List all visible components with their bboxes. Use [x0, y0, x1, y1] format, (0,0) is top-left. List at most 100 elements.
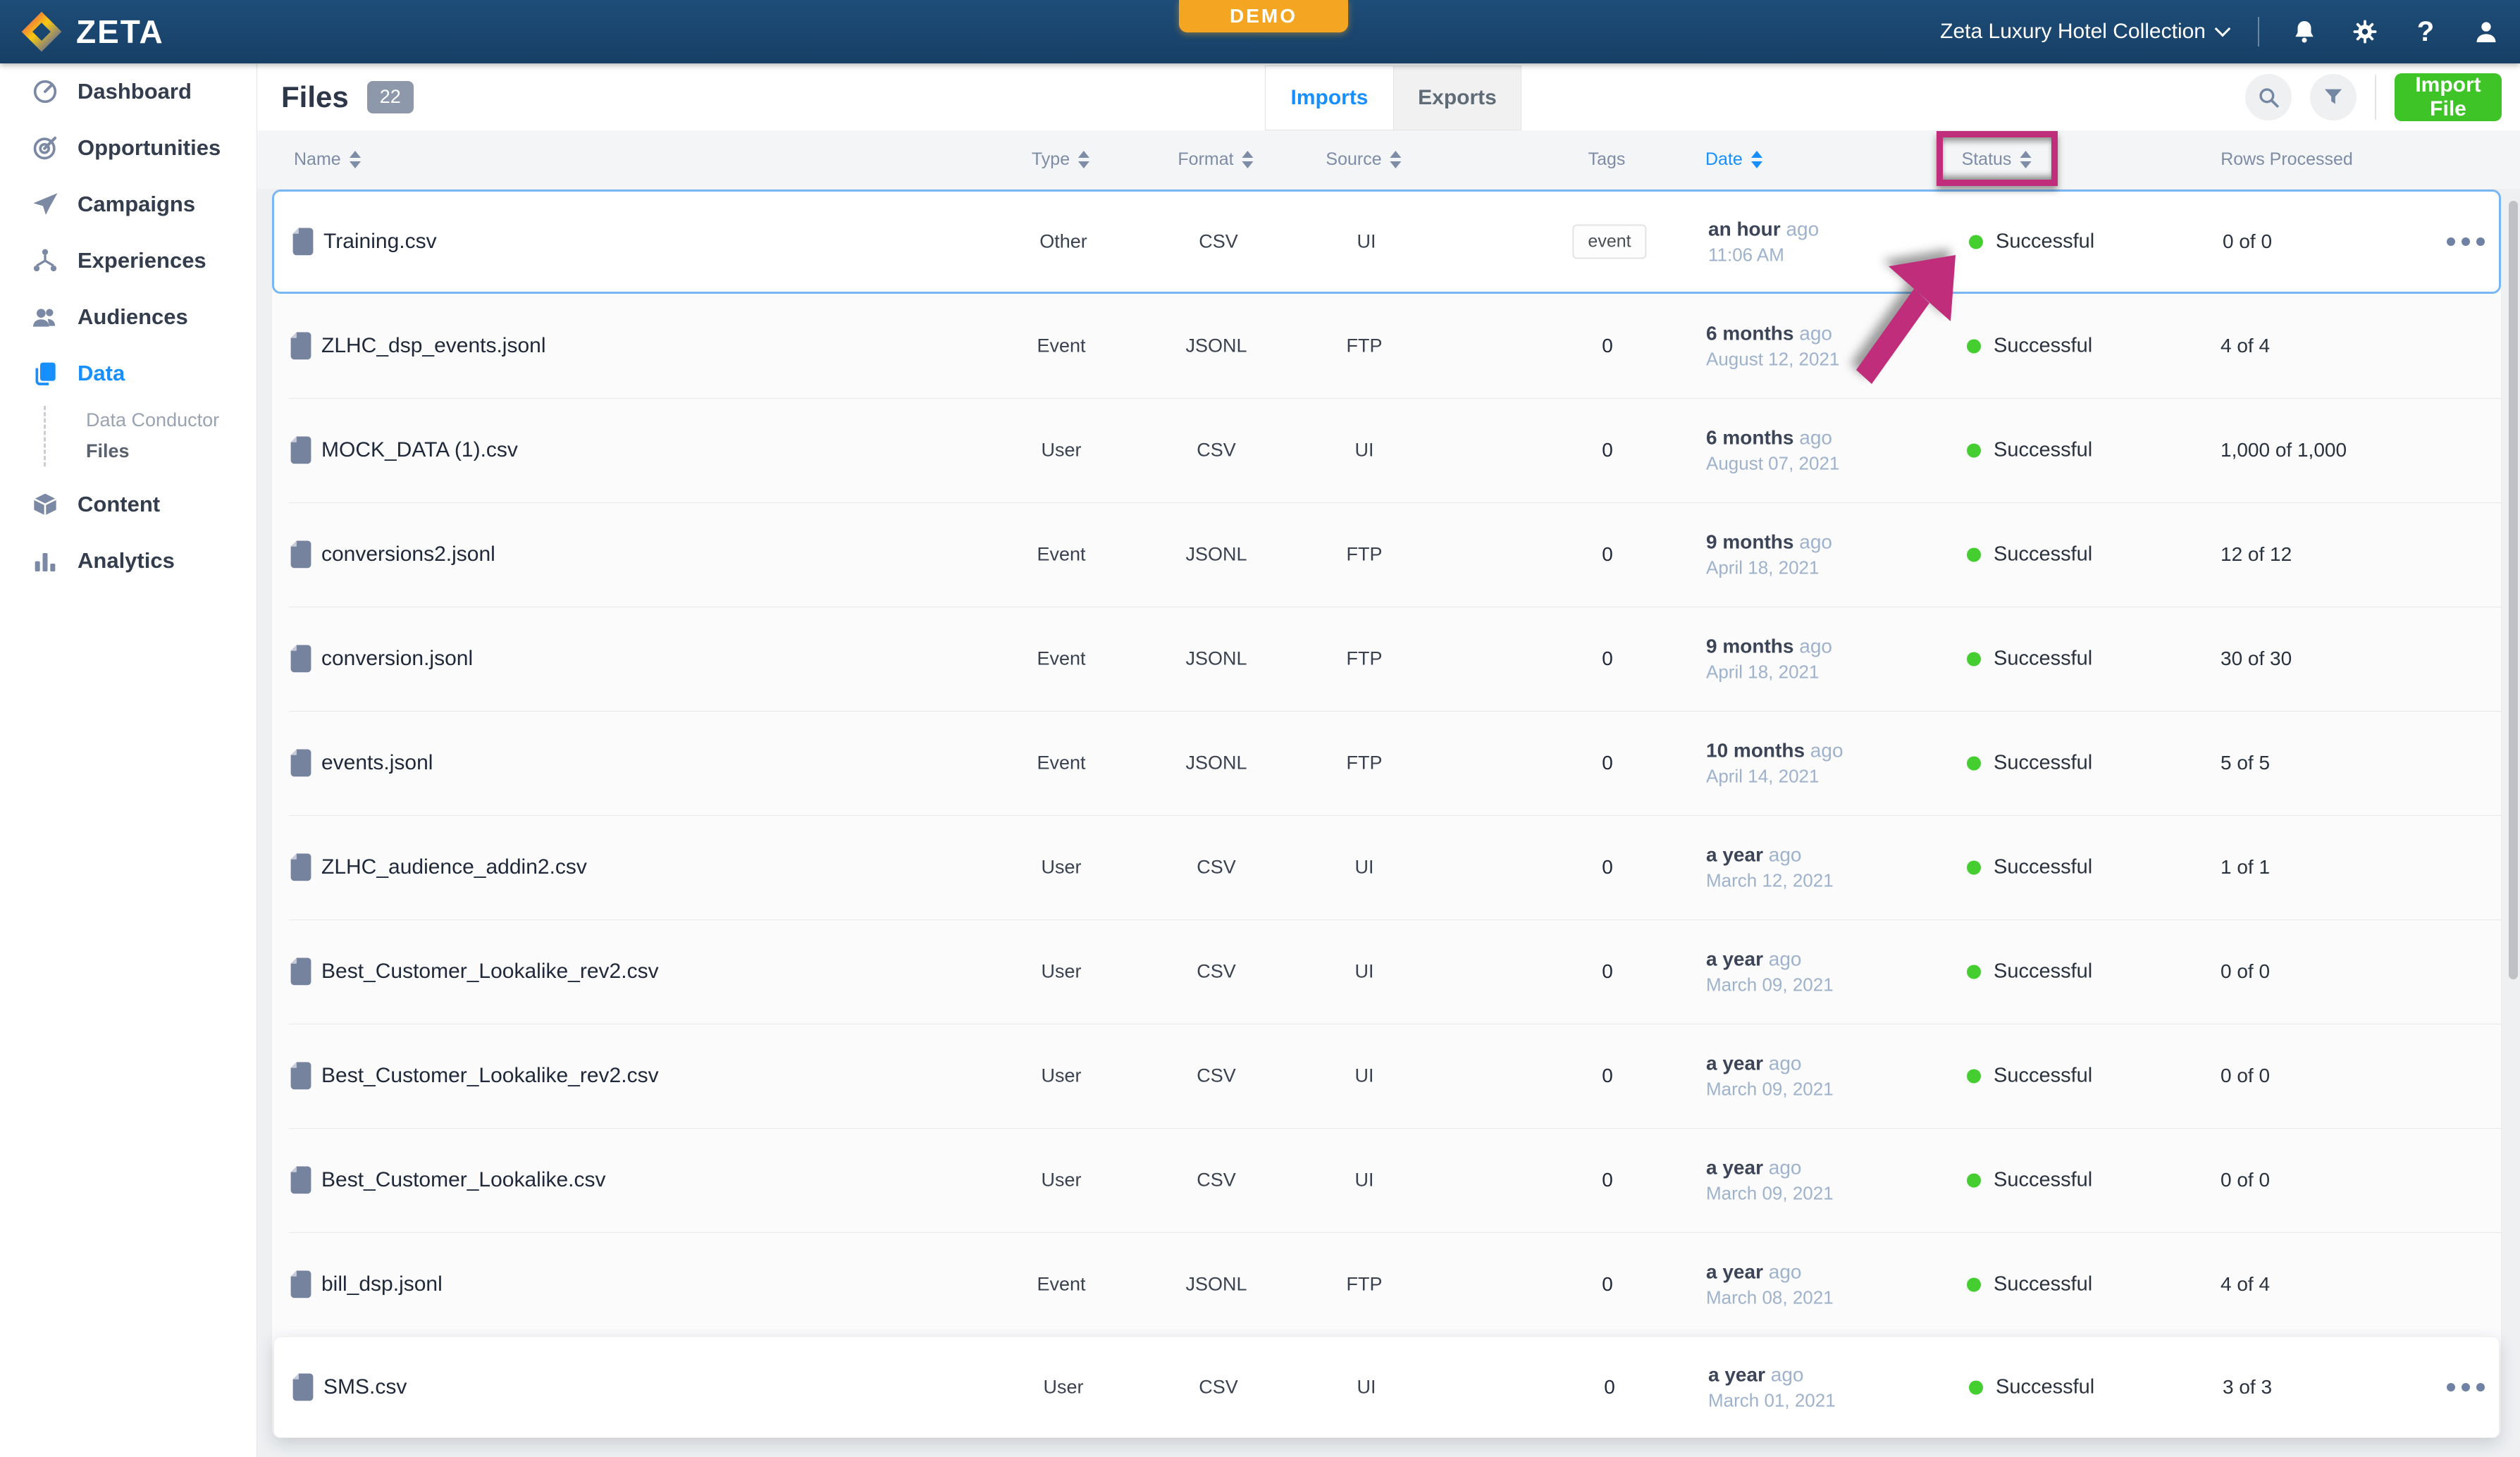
file-icon	[290, 1270, 312, 1299]
sidebar-item-experiences[interactable]: Experiences	[0, 232, 257, 289]
status-dot-successful	[1967, 1069, 1981, 1083]
zeta-logo[interactable]: ZETA	[20, 0, 164, 63]
sidebar-item-data[interactable]: Data	[0, 345, 257, 402]
table-row[interactable]: SMS.csvUserCSVUI0a year agoMarch 01, 202…	[273, 1337, 2500, 1438]
table-row[interactable]: ZLHC_audience_addin2.csvUserCSVUI0a year…	[272, 815, 2501, 919]
cell-type: Other	[1039, 231, 1087, 253]
file-name: bill_dsp.jsonl	[321, 1272, 443, 1296]
column-header-format[interactable]: Format	[1178, 130, 1253, 189]
table-row[interactable]: bill_dsp.jsonlEventJSONLFTP0a year agoMa…	[272, 1232, 2501, 1337]
bell-icon[interactable]	[2289, 16, 2320, 47]
column-header-status[interactable]: Status	[1962, 130, 2032, 189]
sort-icon[interactable]	[1078, 151, 1089, 168]
table-row[interactable]: Best_Customer_Lookalike_rev2.csvUserCSVU…	[272, 919, 2501, 1024]
cell-type: User	[1041, 1065, 1081, 1087]
table-row[interactable]: Best_Customer_Lookalike_rev2.csvUserCSVU…	[272, 1024, 2501, 1128]
sort-icon[interactable]	[1751, 151, 1762, 168]
date-relative: 10 months ago	[1706, 738, 1843, 764]
search-button[interactable]	[2245, 74, 2292, 120]
column-header-source[interactable]: Source	[1326, 130, 1401, 189]
sort-up-arrow	[1751, 151, 1762, 158]
sidebar-item-label: Dashboard	[78, 79, 192, 104]
row-actions-menu-icon[interactable]	[2447, 237, 2485, 246]
cell-tags: 0	[1602, 1065, 1613, 1087]
status-label: Successful	[1994, 856, 2092, 879]
date-ago-suffix: ago	[1763, 844, 1802, 866]
menu-dot	[2476, 1383, 2485, 1391]
status-dot-successful	[1967, 1277, 1981, 1291]
tab-exports[interactable]: Exports	[1393, 66, 1521, 130]
cell-format: JSONL	[1185, 335, 1247, 357]
column-header-label: Source	[1326, 149, 1381, 170]
cell-source: UI	[1357, 1377, 1376, 1399]
import-file-button[interactable]: Import File	[2395, 73, 2502, 121]
sort-up-arrow	[1078, 151, 1089, 158]
sidebar-item-campaigns[interactable]: Campaigns	[0, 176, 257, 232]
cell-tags: 0	[1602, 335, 1613, 357]
cell-date: a year agoMarch 08, 2021	[1706, 1259, 1834, 1310]
help-icon[interactable]: ?	[2410, 16, 2441, 47]
table-row[interactable]: conversions2.jsonlEventJSONLFTP09 months…	[272, 502, 2501, 607]
menu-dot	[2462, 1383, 2470, 1391]
row-actions-menu-icon[interactable]	[2447, 1383, 2485, 1391]
date-ago-suffix: ago	[1805, 740, 1843, 762]
column-header-name[interactable]: Name	[294, 130, 361, 189]
sidebar-subitem-label: Files	[86, 440, 130, 462]
status-label: Successful	[1994, 752, 2092, 775]
cell-rows-processed: 3 of 3	[2223, 1376, 2272, 1399]
table-row[interactable]: ZLHC_dsp_events.jsonlEventJSONLFTP06 mon…	[272, 294, 2501, 398]
date-ago-suffix: ago	[1793, 636, 1832, 657]
date-relative-value: a year	[1706, 1053, 1763, 1074]
cell-format: JSONL	[1185, 752, 1247, 774]
sidebar-item-audiences[interactable]: Audiences	[0, 289, 257, 345]
brand-name: ZETA	[76, 13, 164, 51]
status-dot-successful	[1967, 965, 1981, 979]
actions-divider	[2375, 75, 2376, 120]
sort-icon[interactable]	[1390, 151, 1402, 168]
tag-chip[interactable]: event	[1572, 225, 1646, 259]
sort-icon[interactable]	[350, 151, 361, 168]
user-icon[interactable]	[2471, 16, 2502, 47]
cell-format: CSV	[1197, 857, 1236, 879]
column-header-type[interactable]: Type	[1032, 130, 1089, 189]
sidebar-item-opportunities[interactable]: Opportunities	[0, 120, 257, 176]
file-icon	[290, 852, 312, 882]
table-row[interactable]: Training.csvOtherCSVUIeventan hour ago11…	[272, 190, 2501, 294]
status-label: Successful	[1994, 647, 2092, 671]
chevron-down-icon	[2215, 21, 2231, 37]
data-icon	[31, 359, 59, 388]
file-name: MOCK_DATA (1).csv	[321, 438, 518, 462]
gear-icon[interactable]	[2349, 16, 2380, 47]
sort-icon[interactable]	[2020, 151, 2031, 168]
sidebar-item-label: Opportunities	[78, 135, 221, 161]
cell-source: FTP	[1347, 544, 1383, 566]
account-name: Zeta Luxury Hotel Collection	[1940, 20, 2206, 44]
account-switcher[interactable]: Zeta Luxury Hotel Collection	[1940, 20, 2228, 44]
column-header-date[interactable]: Date	[1705, 130, 1762, 189]
date-absolute: April 18, 2021	[1706, 659, 1832, 684]
sidebar-item-content[interactable]: Content	[0, 476, 257, 533]
status-dot-successful	[1967, 756, 1981, 770]
menu-dot	[2462, 237, 2470, 246]
sidebar-subitem-files[interactable]: Files	[0, 435, 257, 466]
table-row[interactable]: Best_Customer_Lookalike.csvUserCSVUI0a y…	[272, 1128, 2501, 1232]
sidebar-subitem-data-conductor[interactable]: Data Conductor	[0, 404, 257, 435]
date-ago-suffix: ago	[1763, 1157, 1802, 1179]
file-icon	[290, 1165, 312, 1195]
date-absolute: March 12, 2021	[1706, 868, 1834, 893]
status-dot-successful	[1969, 1380, 1983, 1394]
filter-button[interactable]	[2310, 74, 2357, 120]
scrollbar[interactable]	[2509, 201, 2518, 979]
tab-imports[interactable]: Imports	[1266, 66, 1393, 130]
table-row[interactable]: conversion.jsonlEventJSONLFTP09 months a…	[272, 607, 2501, 711]
cell-format: JSONL	[1185, 648, 1247, 670]
status-dot-successful	[1967, 339, 1981, 353]
sidebar-item-dashboard[interactable]: Dashboard	[0, 63, 257, 120]
date-absolute: April 14, 2021	[1706, 764, 1843, 788]
table-row[interactable]: MOCK_DATA (1).csvUserCSVUI06 months agoA…	[272, 398, 2501, 502]
cell-format: CSV	[1197, 961, 1236, 983]
table-row[interactable]: events.jsonlEventJSONLFTP010 months agoA…	[272, 711, 2501, 815]
sidebar-item-analytics[interactable]: Analytics	[0, 533, 257, 589]
column-header-label: Rows Processed	[2221, 149, 2353, 170]
sort-icon[interactable]	[1242, 151, 1254, 168]
